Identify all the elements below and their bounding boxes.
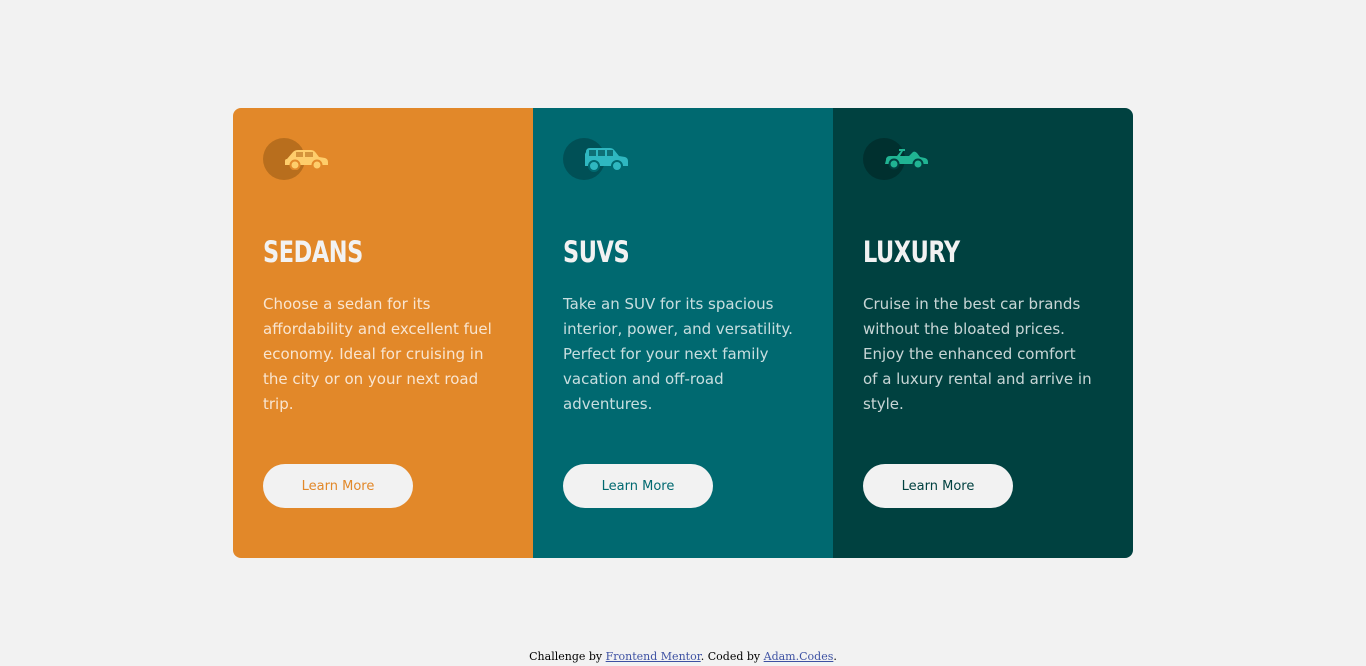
attribution-footer: Challenge by Frontend Mentor. Coded by A… (0, 650, 1366, 663)
author-link[interactable]: Adam.Codes (764, 650, 834, 663)
learn-more-button[interactable]: Learn More (263, 464, 413, 508)
learn-more-button[interactable]: Learn More (863, 464, 1013, 508)
card-group: Sedans Choose a sedan for its affordabil… (233, 108, 1133, 558)
card-title: Luxury (863, 235, 960, 269)
card-luxury: Luxury Cruise in the best car brands wit… (833, 108, 1133, 558)
card-sedans: Sedans Choose a sedan for its affordabil… (233, 108, 533, 558)
luxury-car-icon (863, 138, 933, 182)
card-suvs: SUVs Take an SUV for its spacious interi… (533, 108, 833, 558)
footer-prefix: Challenge by (529, 650, 603, 663)
card-description: Choose a sedan for its affordability and… (263, 295, 492, 413)
suv-car-icon (563, 138, 633, 182)
footer-suffix: . (833, 650, 837, 663)
sedan-car-icon (263, 138, 333, 182)
footer-middle: . Coded by (700, 650, 761, 663)
learn-more-button[interactable]: Learn More (563, 464, 713, 508)
card-description: Take an SUV for its spacious interior, p… (563, 295, 793, 413)
frontend-mentor-link[interactable]: Frontend Mentor (606, 650, 701, 663)
card-description: Cruise in the best car brands without th… (863, 295, 1092, 413)
card-title: SUVs (563, 235, 630, 269)
card-title: Sedans (263, 235, 363, 269)
